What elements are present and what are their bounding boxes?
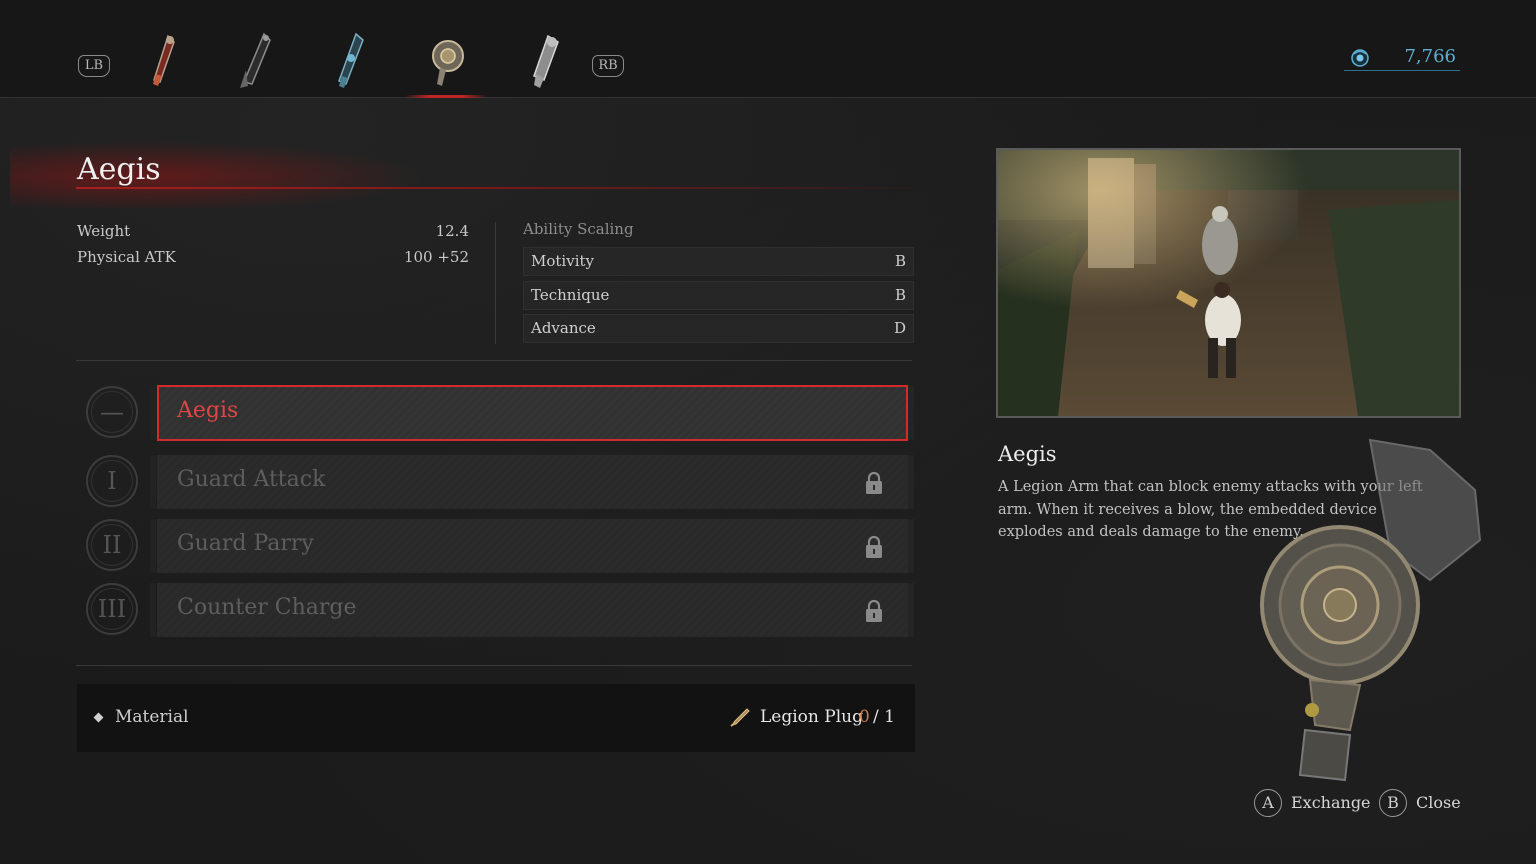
- skill-tier-badge: III: [86, 583, 138, 635]
- scaling-grade: B: [894, 252, 906, 270]
- tab-aegis-arm[interactable]: [426, 30, 466, 92]
- stat-label: Weight: [77, 222, 131, 240]
- skill-preview-image: [996, 148, 1461, 418]
- silver-arm-icon: [533, 34, 559, 88]
- dark-blade-arm-icon: [240, 32, 271, 88]
- skill-row-edge: [150, 455, 156, 509]
- skill-tier-badge: II: [86, 519, 138, 571]
- close-button[interactable]: Close: [1416, 793, 1461, 812]
- skill-row-edge: [150, 583, 156, 637]
- red-arm-icon: [153, 34, 175, 86]
- skill-row-edge: [908, 386, 914, 440]
- scaling-row-motivity: Motivity B: [523, 247, 914, 276]
- a-button-icon[interactable]: A: [1254, 789, 1282, 817]
- item-title: Aegis: [77, 152, 161, 187]
- ergo-icon: [1351, 49, 1369, 67]
- scaling-grade: D: [893, 319, 906, 337]
- blue-arm-icon: [338, 32, 364, 88]
- material-required-count: / 1: [873, 707, 895, 727]
- scaling-grade: B: [894, 286, 906, 304]
- stat-weight: Weight 12.4: [77, 222, 469, 244]
- top-tab-bar: LB RB 7,766: [0, 0, 1536, 98]
- currency-display: 7,766: [1344, 44, 1460, 71]
- tab-silver-arm[interactable]: [524, 30, 564, 92]
- title-underline: [76, 187, 912, 189]
- active-tab-indicator: [405, 95, 487, 98]
- skill-name: Guard Parry: [177, 531, 314, 556]
- skill-row-aegis[interactable]: Aegis: [157, 385, 908, 441]
- lock-icon: [866, 471, 882, 494]
- skill-name: Counter Charge: [177, 595, 357, 620]
- tab-blue-arm[interactable]: [330, 30, 370, 92]
- aegis-arm-artwork: [1260, 438, 1482, 782]
- stat-value: 12.4: [435, 222, 469, 240]
- aegis-shield-arm-icon: [432, 40, 464, 86]
- skill-row-counter-charge[interactable]: Counter Charge: [157, 583, 908, 637]
- material-owned-count: 0: [859, 707, 870, 727]
- lock-icon: [866, 535, 882, 558]
- material-requirement: Material Legion Plug 0 / 1: [77, 684, 915, 752]
- skill-tier-badge: I: [86, 455, 138, 507]
- material-label: Material: [115, 707, 189, 727]
- skill-row-edge: [908, 583, 914, 637]
- skill-row-guard-attack[interactable]: Guard Attack: [157, 455, 908, 509]
- scaling-label: Advance: [531, 319, 596, 337]
- scaling-label: Motivity: [531, 252, 594, 270]
- preview-scene-image: [998, 150, 1459, 416]
- stat-label: Physical ATK: [77, 248, 176, 266]
- tab-dark-blade-arm[interactable]: [236, 30, 276, 92]
- diamond-bullet-icon: [93, 712, 104, 723]
- skill-tier-badge: —: [86, 386, 138, 438]
- material-item-name: Legion Plug: [760, 707, 863, 727]
- skill-name: Guard Attack: [177, 467, 326, 492]
- b-button-icon[interactable]: B: [1379, 789, 1407, 817]
- lb-button[interactable]: LB: [78, 55, 110, 77]
- skill-row-edge: [908, 519, 914, 573]
- skill-row-edge: [908, 455, 914, 509]
- stats-divider: [495, 222, 496, 344]
- section-divider: [76, 360, 912, 361]
- skill-row-edge: [150, 519, 156, 573]
- description-title: Aegis: [998, 442, 1057, 466]
- legion-plug-icon: [730, 708, 750, 727]
- scaling-label: Technique: [531, 286, 610, 304]
- skill-row-edge: [150, 386, 156, 440]
- title-glow: [10, 138, 450, 208]
- scaling-row-advance: Advance D: [523, 314, 914, 343]
- rb-button[interactable]: RB: [592, 55, 624, 77]
- skill-row-guard-parry[interactable]: Guard Parry: [157, 519, 908, 573]
- skill-name: Aegis: [177, 398, 239, 423]
- stat-value: 100 +52: [403, 248, 469, 266]
- ability-scaling-title: Ability Scaling: [523, 220, 634, 238]
- lock-icon: [866, 599, 882, 622]
- section-divider: [76, 665, 912, 666]
- stat-physical-atk: Physical ATK 100 +52: [77, 248, 469, 270]
- tab-red-arm[interactable]: [142, 30, 182, 92]
- scaling-row-technique: Technique B: [523, 281, 914, 310]
- currency-value: 7,766: [1404, 46, 1456, 67]
- exchange-button[interactable]: Exchange: [1291, 793, 1371, 812]
